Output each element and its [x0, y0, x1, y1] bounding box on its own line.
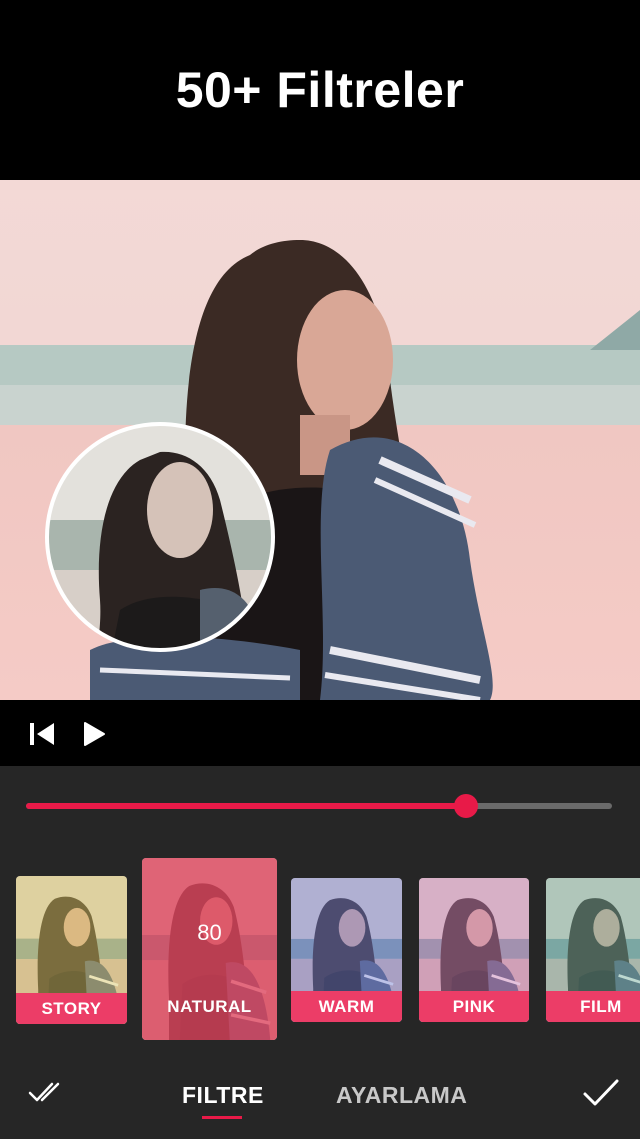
play-icon[interactable] [82, 721, 106, 752]
filter-thumb-warm[interactable]: WARM [291, 878, 402, 1022]
tab-ayarlama[interactable]: AYARLAMA [336, 1082, 467, 1109]
double-check-icon[interactable] [28, 1080, 68, 1109]
filtered-photo [0, 180, 640, 700]
skip-previous-icon[interactable] [28, 721, 56, 752]
filter-label: FILM [546, 991, 640, 1022]
filter-strip: STORY 80 NATURAL WARM PINK FILM [0, 856, 640, 1046]
filter-label: PINK [419, 991, 529, 1022]
player-controls [0, 700, 640, 766]
intensity-slider[interactable] [26, 794, 612, 818]
active-tab-indicator [202, 1116, 242, 1119]
filter-label: STORY [16, 993, 127, 1024]
filter-thumb-film[interactable]: FILM [546, 878, 640, 1022]
tab-filtre[interactable]: FILTRE [182, 1082, 264, 1109]
filter-thumb-pink[interactable]: PINK [419, 878, 529, 1022]
bottom-bar: FILTRE AYARLAMA [0, 1070, 640, 1139]
slider-thumb[interactable] [453, 794, 478, 818]
promo-title: 50+ Filtreler [175, 62, 465, 118]
photo-preview[interactable] [0, 180, 640, 700]
filter-strength-value: 80 [197, 920, 222, 945]
filter-label: NATURAL [167, 996, 252, 1016]
filter-thumb-natural[interactable]: 80 NATURAL [142, 858, 277, 1040]
filter-label: WARM [291, 991, 402, 1022]
filter-thumb-story[interactable]: STORY [16, 876, 127, 1024]
slider-fill [26, 803, 466, 809]
apply-check-icon[interactable] [582, 1078, 620, 1113]
promo-header: 50+ Filtreler [0, 0, 640, 180]
